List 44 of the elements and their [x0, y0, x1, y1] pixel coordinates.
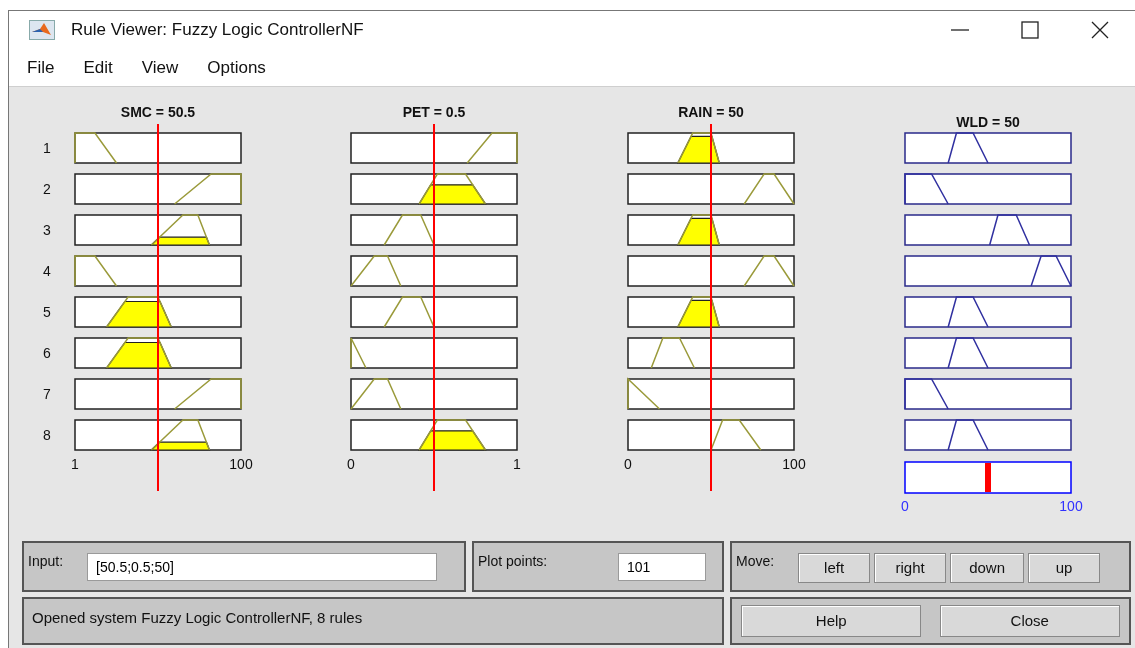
axis-label: 0 [901, 498, 909, 514]
rule-number[interactable]: 2 [43, 181, 51, 197]
axis-label: 1 [71, 456, 79, 472]
input-label: Input: [28, 552, 64, 571]
input-line[interactable] [710, 124, 712, 491]
rule-number[interactable]: 6 [43, 345, 51, 361]
variable-label: PET = 0.5 [402, 104, 466, 120]
app-icon [29, 20, 55, 40]
axis-label: 0 [347, 456, 355, 472]
window-title: Rule Viewer: Fuzzy Logic ControllerNF [71, 19, 364, 42]
dialog-button[interactable]: Help [741, 605, 922, 637]
menu-item[interactable]: Edit [81, 54, 126, 81]
plot-points-field[interactable]: 101 [618, 553, 706, 581]
input-line[interactable] [433, 124, 435, 491]
variable-label: SMC = 50.5 [120, 104, 196, 120]
rule-number[interactable]: 8 [43, 427, 51, 443]
axis-label: 1 [513, 456, 521, 472]
move-button[interactable]: right [874, 553, 947, 583]
status-message: Opened system Fuzzy Logic ControllerNF, 8 rules [32, 608, 363, 628]
rule-number[interactable]: 7 [43, 386, 51, 402]
move-button[interactable]: down [950, 553, 1025, 583]
move-button[interactable]: up [1028, 553, 1101, 583]
plot-points-label: Plot points: [478, 552, 548, 571]
menu-item[interactable]: File [25, 54, 68, 81]
rule-number[interactable]: 1 [43, 140, 51, 156]
variable-label: RAIN = 50 [678, 104, 744, 120]
input-field[interactable]: [50.5;0.5;50] [87, 553, 438, 581]
axis-label: 0 [624, 456, 632, 472]
menu-item[interactable]: Options [205, 54, 279, 81]
input-line[interactable] [157, 124, 159, 491]
menu-item[interactable]: View [139, 54, 192, 81]
axis-label: 100 [229, 456, 253, 472]
rule-number[interactable]: 3 [43, 222, 51, 238]
move-button[interactable]: left [798, 553, 871, 583]
axis-label: 100 [1059, 498, 1083, 514]
move-label: Move: [736, 552, 775, 571]
rule-number[interactable]: 5 [43, 304, 51, 320]
rule-number[interactable]: 4 [43, 263, 51, 279]
dialog-button[interactable]: Close [939, 605, 1120, 637]
close-icon[interactable] [1091, 21, 1109, 39]
axis-label: 100 [782, 456, 806, 472]
output-marker [985, 463, 991, 492]
maximize-icon[interactable] [1021, 21, 1039, 39]
variable-label: WLD = 50 [956, 114, 1020, 130]
